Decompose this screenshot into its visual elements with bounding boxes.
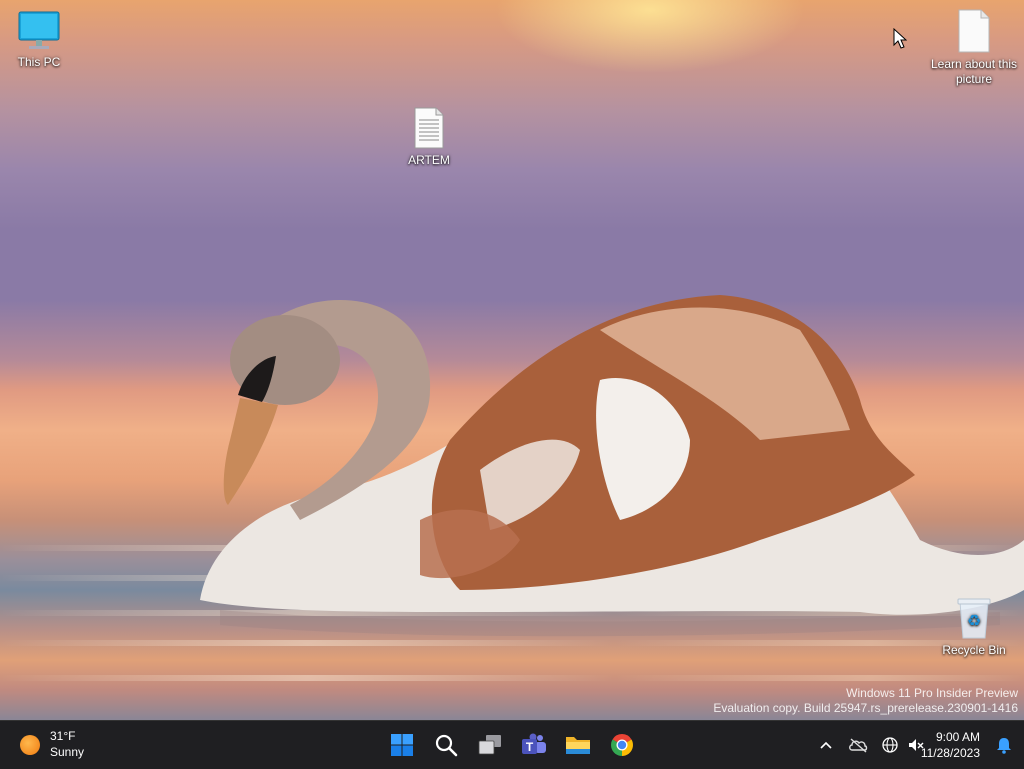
clock-time: 9:00 AM (935, 730, 980, 744)
weather-temperature: 31°F (50, 729, 76, 743)
network-status[interactable] (880, 735, 900, 755)
search-icon (435, 734, 458, 757)
watermark-edition: Windows 11 Pro Insider Preview (846, 686, 1018, 700)
desktop-icon-label: ARTEM (408, 153, 450, 167)
start-button[interactable] (386, 729, 418, 761)
chrome-icon (611, 734, 633, 756)
windows-watermark: Windows 11 Pro Insider Preview Evaluatio… (713, 686, 1018, 716)
task-view-icon (478, 735, 501, 755)
desktop-icon-label: This PC (17, 55, 61, 69)
bell-icon (997, 738, 1011, 754)
network-globe-icon (882, 737, 898, 753)
monitor-icon (18, 11, 60, 49)
desktop-wallpaper[interactable]: This PC ARTEM Learn about this picture ♻… (0, 0, 1024, 720)
recycle-bin-icon: ♻ (957, 598, 991, 639)
task-view-button[interactable] (474, 729, 506, 761)
clock[interactable]: 9:00 AM 11/28/2023 (921, 729, 980, 761)
weather-condition: Sunny (50, 745, 85, 759)
system-tray: 9:00 AM 11/28/2023 (784, 721, 1024, 769)
desktop-icon-label: Recycle Bin (942, 643, 1006, 657)
watermark-build: Evaluation copy. Build 25947.rs_prerelea… (713, 701, 1018, 715)
chrome-button[interactable] (606, 729, 638, 761)
desktop-icon-artem[interactable]: ARTEM (384, 106, 474, 168)
text-file-icon (414, 107, 444, 149)
svg-text:♻: ♻ (967, 611, 981, 630)
notifications-button[interactable] (994, 735, 1014, 755)
file-explorer-button[interactable] (562, 729, 594, 761)
folder-icon (566, 737, 590, 754)
desktop-icon-recycle-bin[interactable]: ♻ Recycle Bin (929, 596, 1019, 658)
desktop-icon-label: Learn about this picture (930, 57, 1018, 86)
blank-file-icon (958, 9, 990, 53)
show-hidden-icons-button[interactable] (816, 735, 836, 755)
taskbar: 31°F Sunny T 9:00 AM 11/28/2023 (0, 720, 1024, 769)
search-button[interactable] (430, 729, 462, 761)
onedrive-status[interactable] (848, 735, 868, 755)
clock-date: 11/28/2023 (920, 746, 980, 760)
swan-wallpaper-image (200, 295, 1024, 637)
teams-icon: T (522, 733, 546, 754)
mouse-cursor-icon (893, 28, 907, 49)
desktop-icon-this-pc[interactable]: This PC (0, 10, 84, 70)
onedrive-offline-icon (849, 738, 868, 753)
teams-button[interactable]: T (518, 729, 550, 761)
windows-logo-icon (391, 734, 413, 756)
chevron-up-icon (820, 741, 832, 749)
svg-text:T: T (526, 740, 534, 754)
sun-icon (20, 735, 40, 755)
desktop-icon-learn-about-picture[interactable]: Learn about this picture (929, 8, 1019, 87)
